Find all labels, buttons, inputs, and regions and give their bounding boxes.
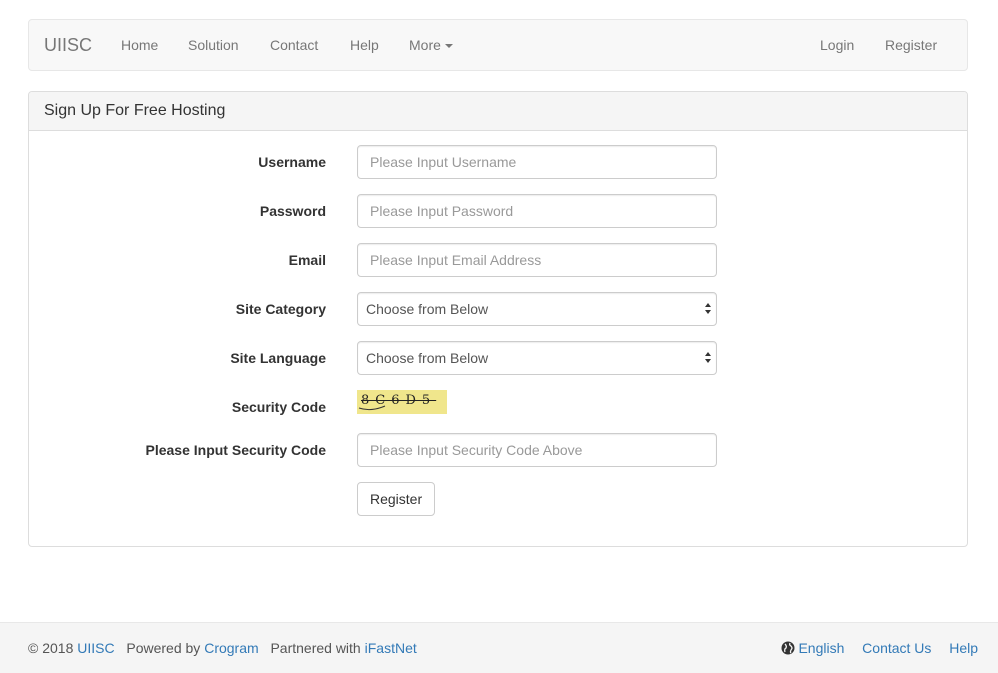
site-category-select[interactable]: Choose from Below (357, 292, 717, 326)
email-label: Email (288, 252, 326, 268)
footer-brand-link[interactable]: UIISC (77, 640, 114, 656)
footer-left: © 2018 UIISC Powered by Crogram Partnere… (28, 623, 417, 673)
caret-down-icon (444, 44, 453, 49)
language-switch[interactable]: English (781, 640, 844, 656)
footer-right: English Contact Us Help (781, 623, 978, 673)
panel-title: Sign Up For Free Hosting (44, 102, 226, 119)
globe-icon (781, 641, 795, 655)
site-language-value: Choose from Below (366, 350, 489, 366)
signup-panel: Sign Up For Free Hosting Username Passwo… (28, 91, 968, 547)
top-navbar: UIISC Home Solution Contact Help More Lo… (28, 19, 968, 71)
contact-us-link[interactable]: Contact Us (862, 640, 931, 656)
site-category-value: Choose from Below (366, 301, 489, 317)
crogram-link[interactable]: Crogram (204, 640, 258, 656)
nav-item-home[interactable]: Home (121, 20, 158, 70)
copyright-text: © 2018 (28, 640, 74, 656)
register-button[interactable]: Register (357, 482, 436, 516)
captcha-noise (358, 405, 386, 411)
security-input-label: Please Input Security Code (145, 442, 327, 458)
footer: © 2018 UIISC Powered by Crogram Partnere… (0, 622, 998, 673)
nav-item-login[interactable]: Login (820, 20, 854, 70)
select-arrows-icon (705, 352, 712, 364)
site-category-label: Site Category (235, 301, 326, 317)
powered-by-text: Powered by (126, 640, 201, 656)
captcha-image[interactable]: 8C6D5 (357, 390, 447, 414)
site-language-select[interactable]: Choose from Below (357, 341, 717, 375)
password-label: Password (259, 203, 326, 219)
nav-item-register[interactable]: Register (885, 20, 937, 70)
nav-item-contact[interactable]: Contact (270, 20, 318, 70)
nav-item-more-label: More (409, 37, 441, 53)
security-code-label: Security Code (231, 399, 326, 415)
username-label: Username (258, 154, 326, 170)
language-label: English (798, 640, 845, 656)
nav-item-help[interactable]: Help (350, 20, 379, 70)
ifastnet-link[interactable]: iFastNet (365, 640, 417, 656)
select-arrows-icon (705, 303, 712, 315)
password-input[interactable] (357, 194, 717, 228)
site-language-label: Site Language (230, 350, 326, 366)
panel-heading: Sign Up For Free Hosting (29, 92, 967, 131)
email-input[interactable] (357, 243, 717, 277)
username-input[interactable] (357, 145, 717, 179)
navbar-brand[interactable]: UIISC (44, 20, 92, 70)
nav-item-more[interactable]: More (409, 20, 453, 70)
nav-item-solution[interactable]: Solution (188, 20, 239, 70)
partnered-with-text: Partnered with (270, 640, 361, 656)
security-code-input[interactable] (357, 433, 717, 467)
footer-help-link[interactable]: Help (949, 640, 978, 656)
